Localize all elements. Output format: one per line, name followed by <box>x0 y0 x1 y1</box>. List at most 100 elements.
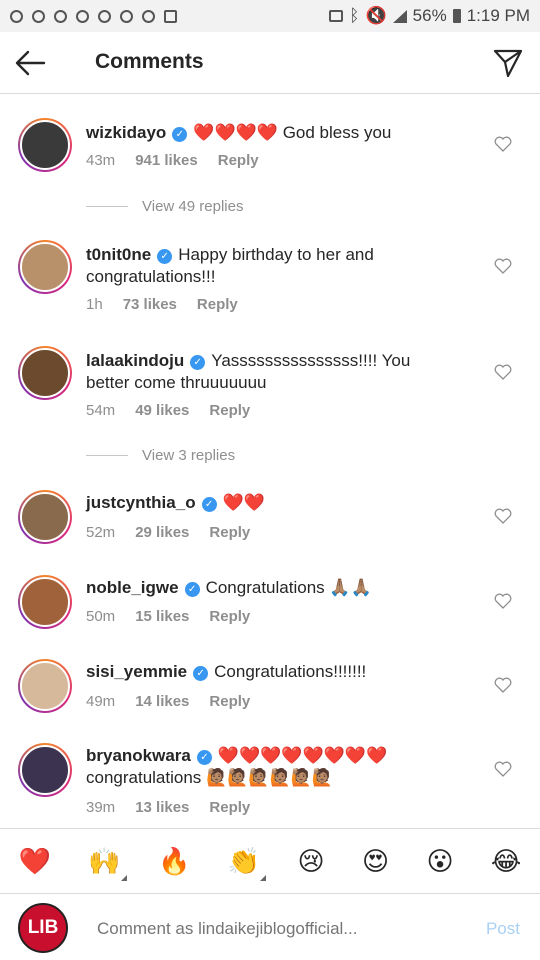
comment-text: ❤️❤️ <box>222 493 265 512</box>
divider <box>86 206 128 207</box>
verified-badge-icon: ✓ <box>157 249 173 264</box>
avatar[interactable] <box>18 118 72 172</box>
facebook-icon-2 <box>76 9 89 23</box>
avatar-image <box>20 577 70 627</box>
comment-meta: 54m 49 likes Reply <box>86 402 250 419</box>
comment-body: sisi_yemmie ✓ Congratulations!!!!!!! <box>86 661 456 683</box>
comment-body: justcynthia_o ✓ ❤️❤️ <box>86 492 456 514</box>
avatar-image <box>20 242 70 292</box>
reply-button[interactable]: Reply <box>218 152 259 169</box>
username[interactable]: wizkidayo <box>86 123 166 142</box>
comment-time: 39m <box>86 799 116 816</box>
verified-badge-icon: ✓ <box>201 497 217 512</box>
heart-eyes-emoji-button[interactable]: 😍 <box>362 846 389 877</box>
likes-count[interactable]: 15 likes <box>135 608 189 625</box>
quick-emoji-bar: ❤️ 🙌 🔥 👏 😢 😍 😮 😂 <box>0 828 540 894</box>
avatar[interactable] <box>18 346 72 400</box>
view-replies-link[interactable]: View 49 replies <box>86 198 243 215</box>
system-status: ᛒ 🔇 56% 1:19 PM <box>329 6 530 26</box>
view-replies-label: View 49 replies <box>142 198 244 215</box>
reply-button[interactable]: Reply <box>209 799 250 816</box>
username[interactable]: t0nit0ne <box>86 245 151 264</box>
avatar-image <box>20 120 70 170</box>
battery-icon <box>452 9 461 23</box>
raising-hands-emoji: 🙌 <box>88 845 121 876</box>
red-heart-emoji-button[interactable]: ❤️ <box>19 846 51 877</box>
clapping-emoji: 👏 <box>227 845 261 876</box>
comment-text: Congratulations!!!!!!! <box>214 662 367 681</box>
comment-meta: 1h 73 likes Reply <box>86 296 238 313</box>
avatar-image <box>20 348 70 398</box>
likes-count[interactable]: 73 likes <box>123 296 177 313</box>
mute-icon: 🔇 <box>365 6 387 25</box>
username[interactable]: justcynthia_o <box>86 493 196 512</box>
like-heart-icon[interactable] <box>494 258 512 274</box>
reply-button[interactable]: Reply <box>209 402 250 419</box>
comment-time: 50m <box>86 608 116 625</box>
reply-button[interactable]: Reply <box>209 608 250 625</box>
like-heart-icon[interactable] <box>494 508 512 524</box>
like-heart-icon[interactable] <box>494 593 512 609</box>
likes-count[interactable]: 13 likes <box>135 799 189 816</box>
like-heart-icon[interactable] <box>494 761 512 777</box>
raising-hands-emoji-button[interactable]: 🙌 <box>88 845 127 881</box>
likes-count[interactable]: 49 likes <box>135 402 189 419</box>
clapping-emoji-button[interactable]: 👏 <box>227 845 267 881</box>
view-replies-link[interactable]: View 3 replies <box>86 447 235 464</box>
comment-time: 49m <box>86 693 116 710</box>
battery-percent: 56% <box>412 6 447 25</box>
direct-send-icon[interactable] <box>492 47 524 79</box>
comment-text: Congratulations 🙏🏽🙏🏽 <box>205 578 372 597</box>
like-heart-icon[interactable] <box>494 677 512 693</box>
avatar[interactable] <box>18 575 72 629</box>
comment-body: t0nit0ne ✓ Happy birthday to her and congr… <box>86 244 456 288</box>
comment-meta: 50m 15 likes Reply <box>86 608 250 625</box>
verified-badge-icon: ✓ <box>196 750 212 765</box>
comment-meta: 49m 14 likes Reply <box>86 693 250 710</box>
likes-count[interactable]: 29 likes <box>135 524 189 541</box>
back-arrow-icon[interactable] <box>14 48 46 78</box>
like-heart-icon[interactable] <box>494 136 512 152</box>
messenger-icon <box>142 9 155 23</box>
comment-meta: 43m 941 likes Reply <box>86 152 259 169</box>
comment-input[interactable] <box>95 918 399 940</box>
verified-badge-icon: ✓ <box>172 127 188 142</box>
comment-time: 1h <box>86 296 103 313</box>
likes-count[interactable]: 941 likes <box>135 152 198 169</box>
avatar[interactable] <box>18 490 72 544</box>
verified-badge-icon: ✓ <box>193 666 209 681</box>
crying-emoji-button[interactable]: 😢 <box>298 846 325 877</box>
avatar[interactable] <box>18 659 72 713</box>
pinterest-icon <box>32 9 45 23</box>
verified-badge-icon: ✓ <box>184 582 200 597</box>
like-heart-icon[interactable] <box>494 364 512 380</box>
reply-button[interactable]: Reply <box>209 524 250 541</box>
post-button[interactable]: Post <box>486 919 520 939</box>
fire-emoji-button[interactable]: 🔥 <box>158 846 190 877</box>
username[interactable]: sisi_yemmie <box>86 662 187 681</box>
reply-button[interactable]: Reply <box>197 296 238 313</box>
skin-tone-indicator-icon <box>120 874 127 881</box>
likes-count[interactable]: 14 likes <box>135 693 189 710</box>
verified-badge-icon: ✓ <box>190 355 206 370</box>
comment-meta: 52m 29 likes Reply <box>86 524 250 541</box>
laughing-emoji-button[interactable]: 😂 <box>491 846 521 877</box>
gallery-icon <box>164 9 177 23</box>
notification-icons <box>10 9 177 23</box>
comments-header: Comments <box>0 32 540 94</box>
avatar[interactable]: LIB <box>18 903 68 953</box>
avatar[interactable] <box>18 240 72 294</box>
search-app-icon <box>120 9 133 23</box>
comment-time: 43m <box>86 152 116 169</box>
page-title: Comments <box>95 50 204 73</box>
comment-body: noble_igwe ✓ Congratulations 🙏🏽🙏🏽 <box>86 577 456 599</box>
divider <box>86 455 128 456</box>
avatar-image <box>20 492 70 542</box>
username[interactable]: noble_igwe <box>86 578 179 597</box>
username[interactable]: lalaakindoju <box>86 351 184 370</box>
surprised-emoji-button[interactable]: 😮 <box>426 846 453 877</box>
username[interactable]: bryanokwara <box>86 746 191 765</box>
avatar[interactable] <box>18 743 72 797</box>
reply-button[interactable]: Reply <box>209 693 250 710</box>
clock: 1:19 PM <box>466 6 530 25</box>
